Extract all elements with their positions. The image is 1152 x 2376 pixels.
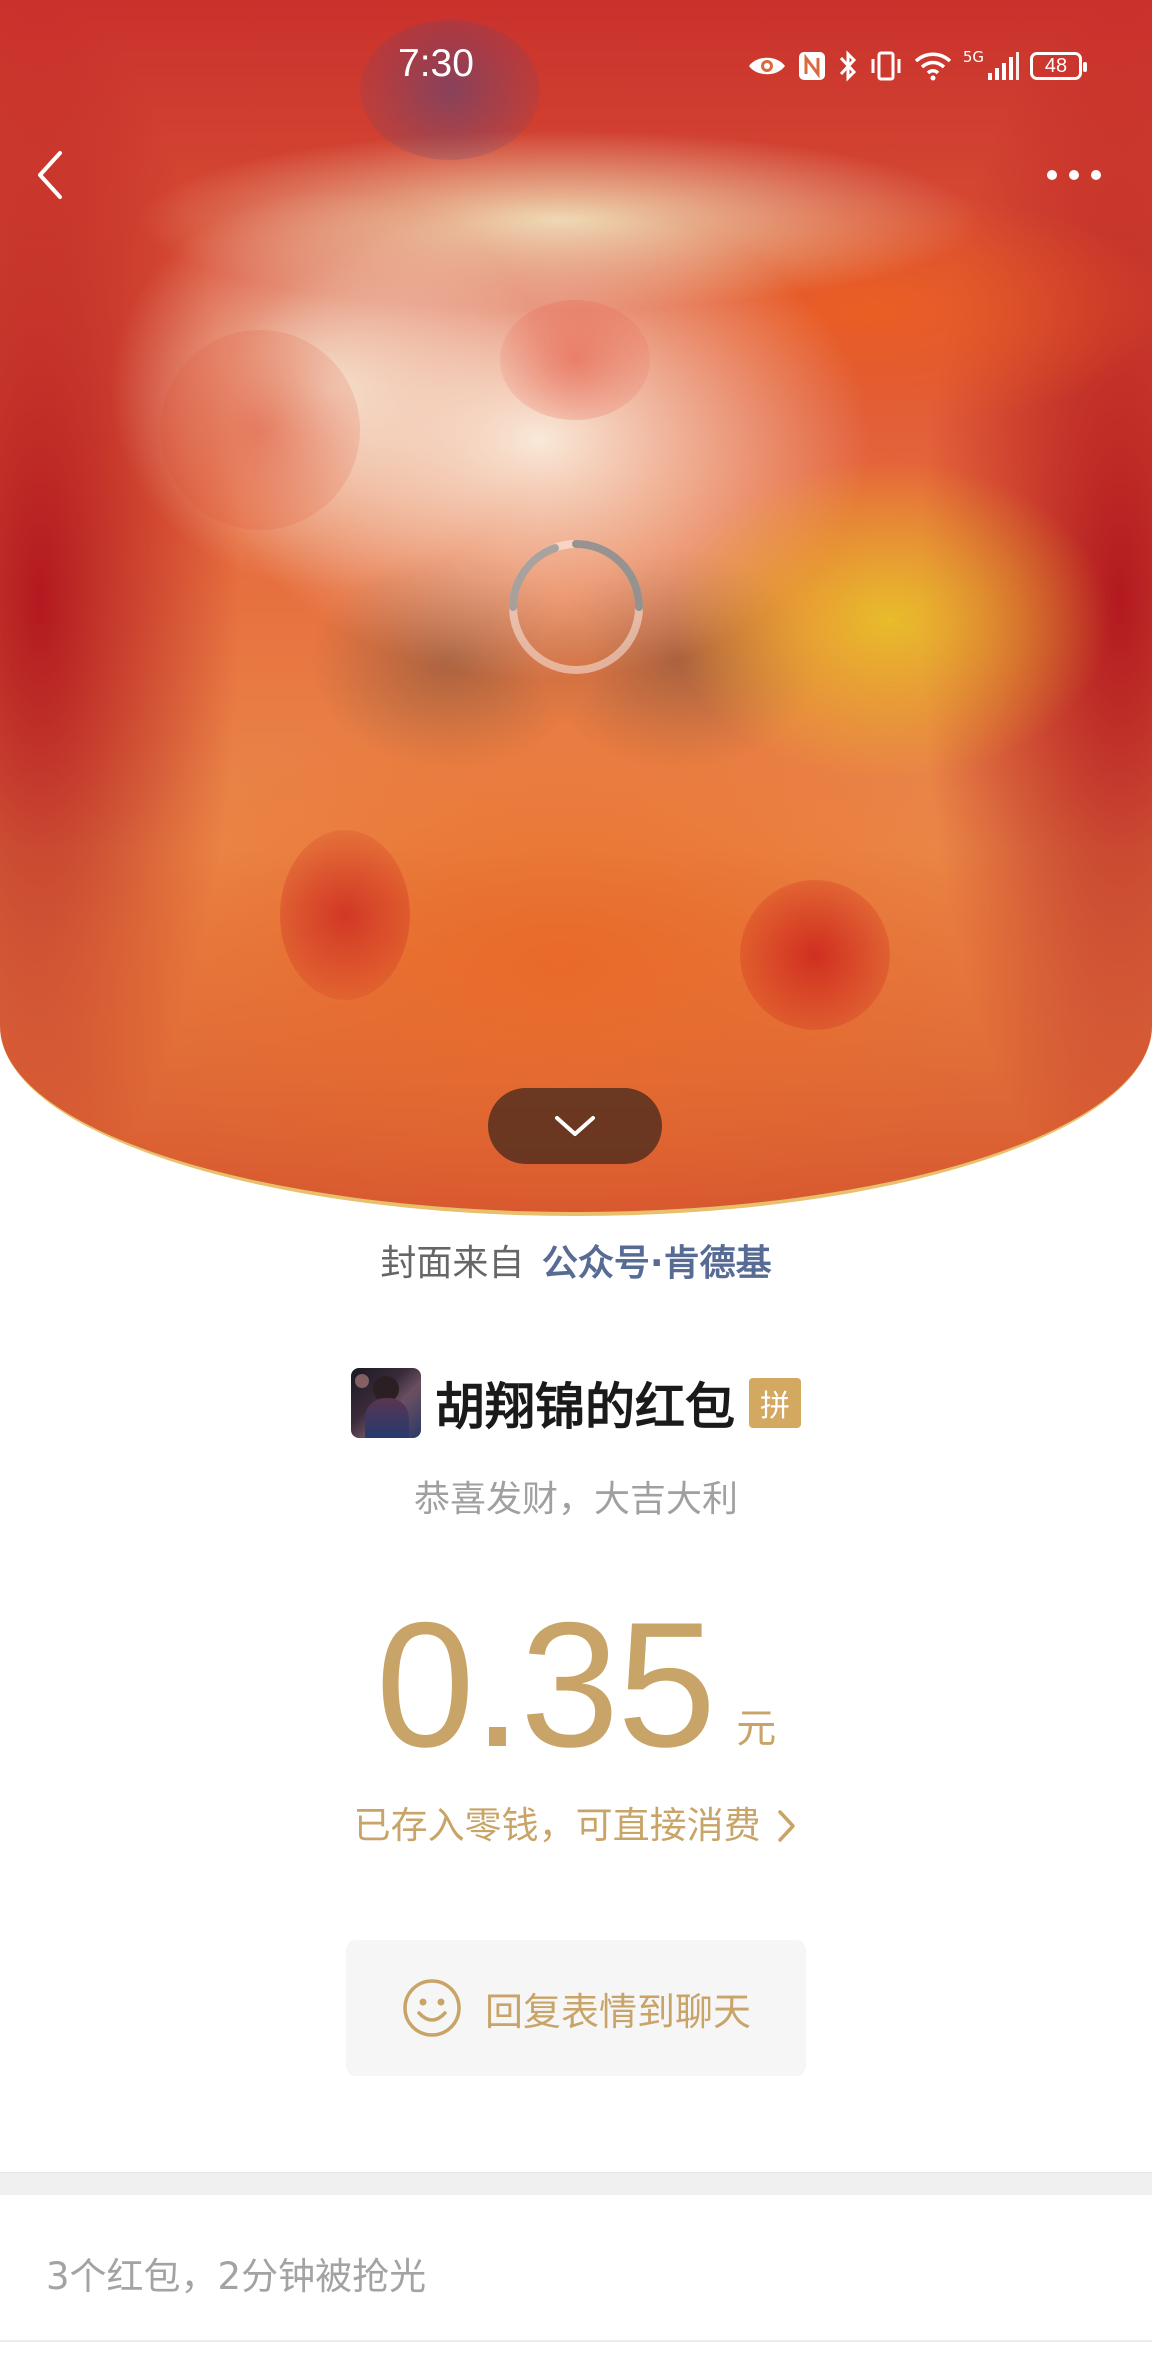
red-packet-cover[interactable]: 7:30 5G 48 bbox=[0, 0, 1152, 1216]
battery-icon: 48 bbox=[1030, 52, 1087, 80]
smiley-icon bbox=[403, 1979, 461, 2037]
chevron-right-icon bbox=[778, 1810, 796, 1842]
status-icons: 5G 48 bbox=[747, 46, 1087, 86]
greeting-message: 恭喜发财，大吉大利 bbox=[413, 1479, 738, 1520]
amount-row: 0.35 元 bbox=[0, 1585, 1152, 1784]
section-divider bbox=[0, 2172, 1152, 2195]
network-label: 5G bbox=[962, 48, 984, 66]
amount-unit: 元 bbox=[736, 1706, 777, 1752]
cover-source: 封面来自 公众号·肯德基 bbox=[0, 1234, 1152, 1286]
status-time: 7:30 bbox=[398, 42, 474, 85]
collapse-cover-button[interactable] bbox=[488, 1088, 662, 1164]
sender-title: 胡翔锦的红包 bbox=[435, 1378, 735, 1436]
status-bar: 7:30 5G 48 bbox=[0, 0, 1152, 130]
cover-blob bbox=[740, 880, 890, 1030]
cover-source-link[interactable]: 公众号·肯德基 bbox=[542, 1243, 772, 1284]
reply-sticker-button[interactable]: 回复表情到聊天 bbox=[346, 1940, 806, 2076]
cover-blob bbox=[280, 830, 410, 1000]
saved-to-wallet-link[interactable]: 已存入零钱，可直接消费 bbox=[0, 1795, 1152, 1849]
loading-spinner-icon bbox=[509, 540, 643, 674]
sender-row: 胡翔锦的红包 拼 bbox=[0, 1366, 1152, 1440]
cover-blob bbox=[160, 330, 360, 530]
nfc-icon bbox=[798, 52, 825, 80]
cover-source-prefix: 封面来自 bbox=[380, 1243, 525, 1284]
saved-note-text: 已存入零钱，可直接消费 bbox=[353, 1804, 761, 1847]
wifi-icon bbox=[914, 52, 951, 81]
vibrate-icon bbox=[871, 51, 901, 81]
cover-blob bbox=[500, 300, 650, 420]
group-packet-badge: 拼 bbox=[749, 1378, 801, 1428]
chevron-down-icon bbox=[555, 1116, 595, 1136]
signal-icon bbox=[988, 52, 1019, 80]
more-dots-icon[interactable] bbox=[1044, 160, 1104, 190]
packet-summary: 3个红包，2分钟被抢光 bbox=[46, 2255, 427, 2298]
bluetooth-icon bbox=[839, 50, 856, 82]
amount-value: 0.35 bbox=[375, 1585, 716, 1784]
avatar[interactable] bbox=[351, 1368, 421, 1438]
battery-level: 48 bbox=[1044, 55, 1068, 77]
list-divider bbox=[0, 2340, 1152, 2342]
back-button[interactable] bbox=[30, 145, 70, 205]
reply-label: 回复表情到聊天 bbox=[484, 1989, 751, 2034]
eye-icon bbox=[748, 57, 785, 75]
